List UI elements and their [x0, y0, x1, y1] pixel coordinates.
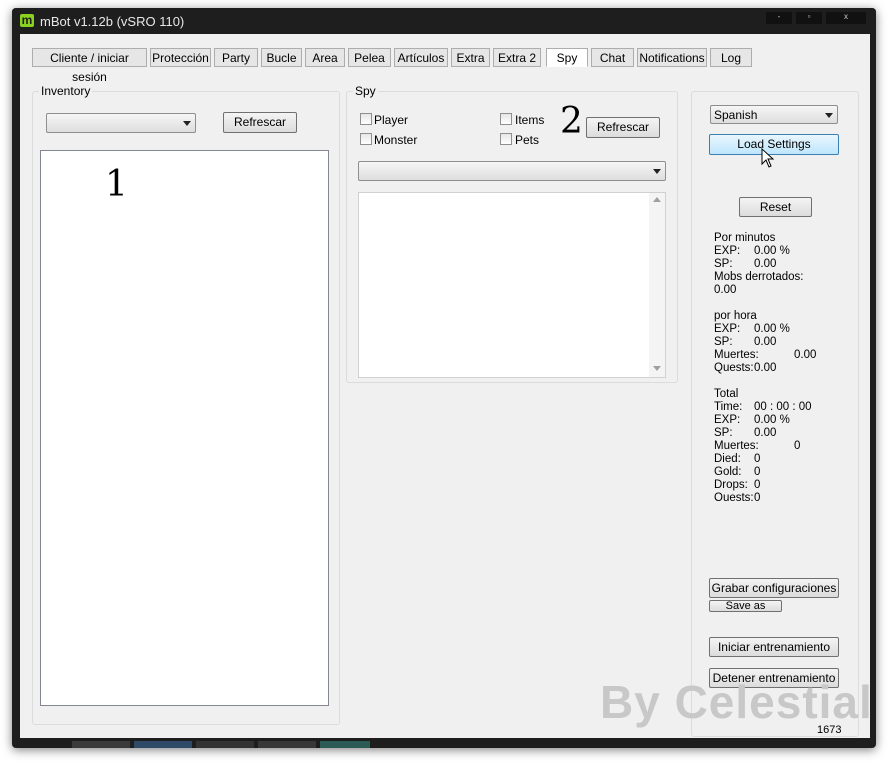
- chevron-down-icon: [825, 112, 833, 118]
- total-deaths-label: Muertes:: [714, 440, 759, 452]
- pets-checkbox-label: Pets: [515, 133, 540, 147]
- total-header: Total: [714, 388, 739, 400]
- tab-cliente[interactable]: Cliente / iniciar sesión: [32, 48, 147, 84]
- total-exp-label: EXP:: [714, 414, 741, 426]
- tab-extra2[interactable]: Extra 2: [493, 48, 541, 67]
- client-area: Cliente / iniciar sesión Protección Part…: [20, 34, 873, 738]
- spy-select[interactable]: [358, 161, 666, 181]
- per-minute-header: Por minutos: [714, 232, 776, 244]
- per-hour-deaths-value: 0.00: [794, 349, 817, 361]
- watermark-text: By Celestial: [600, 676, 873, 728]
- tab-log[interactable]: Log: [710, 48, 752, 67]
- per-hour-exp-label: EXP:: [714, 323, 741, 335]
- items-checkbox[interactable]: [500, 113, 512, 125]
- tab-area[interactable]: Area: [305, 48, 345, 67]
- tab-bucle[interactable]: Bucle: [261, 48, 302, 67]
- per-hour-quests-value: 0.00: [754, 362, 777, 374]
- total-sp-value: 0.00: [754, 427, 777, 439]
- total-gold-value: 0: [754, 466, 761, 478]
- per-minute-mobs-label: Mobs derrotados:: [714, 271, 804, 283]
- reset-button[interactable]: Reset: [739, 197, 812, 217]
- inventory-list[interactable]: 1: [40, 150, 329, 706]
- save-config-button[interactable]: Grabar configuraciones: [709, 578, 839, 598]
- scroll-up-icon[interactable]: [653, 197, 661, 202]
- per-minute-exp-value: 0.00 %: [754, 245, 790, 257]
- taskbar-item: [320, 741, 370, 748]
- taskbar-item: [72, 741, 130, 748]
- taskbar-item: [196, 741, 254, 748]
- app-logo-icon: m: [20, 13, 34, 27]
- inventory-refresh-button[interactable]: Refrescar: [223, 112, 297, 133]
- per-hour-quests-label: Quests:: [714, 362, 754, 374]
- player-checkbox[interactable]: [360, 113, 372, 125]
- total-died-value: 0: [754, 453, 761, 465]
- minimize-button[interactable]: -: [766, 12, 792, 24]
- total-time-value: 00 : 00 : 00: [754, 401, 812, 413]
- tab-notifications[interactable]: Notifications: [637, 48, 707, 67]
- per-minute-sp-label: SP:: [714, 258, 733, 270]
- total-gold-label: Gold:: [714, 466, 742, 478]
- spy-list-scrollbar[interactable]: [649, 193, 665, 377]
- pets-checkbox[interactable]: [500, 133, 512, 145]
- total-quests-value: 0: [754, 492, 761, 504]
- total-exp-value: 0.00 %: [754, 414, 790, 426]
- spy-list[interactable]: [358, 192, 666, 378]
- monster-checkbox[interactable]: [360, 133, 372, 145]
- annotation-number-2: 2: [560, 101, 583, 142]
- tab-party[interactable]: Party: [214, 48, 258, 67]
- per-minute-sp-value: 0.00: [754, 258, 777, 270]
- per-hour-sp-label: SP:: [714, 336, 733, 348]
- items-checkbox-label: Items: [515, 113, 545, 127]
- title-bar[interactable]: m mBot v1.12b (vSRO 110) - ▫ x: [12, 8, 876, 34]
- total-sp-label: SP:: [714, 427, 733, 439]
- tab-extra[interactable]: Extra: [451, 48, 490, 67]
- scroll-down-icon[interactable]: [653, 366, 661, 371]
- per-hour-deaths-label: Muertes:: [714, 349, 759, 361]
- language-select[interactable]: Spanish: [710, 105, 838, 124]
- tab-proteccion[interactable]: Protección: [150, 48, 211, 67]
- maximize-button[interactable]: ▫: [796, 12, 822, 24]
- total-quests-label: Ouests:: [714, 492, 754, 504]
- total-time-label: Time:: [714, 401, 743, 413]
- taskbar-item: [134, 741, 192, 748]
- window-title: mBot v1.12b (vSRO 110): [40, 14, 185, 29]
- total-died-label: Died:: [714, 453, 741, 465]
- spy-refresh-button[interactable]: Refrescar: [586, 117, 660, 138]
- monster-checkbox-label: Monster: [374, 133, 418, 147]
- per-hour-exp-value: 0.00 %: [754, 323, 790, 335]
- spy-group-label: Spy: [353, 84, 378, 98]
- language-select-value: Spanish: [714, 108, 758, 122]
- total-drops-label: Drops:: [714, 479, 748, 491]
- inventory-group-label: Inventory: [39, 84, 93, 98]
- per-hour-header: por hora: [714, 310, 757, 322]
- taskbar-item: [258, 741, 316, 748]
- inventory-select[interactable]: [46, 113, 196, 133]
- tab-spy[interactable]: Spy: [546, 48, 588, 67]
- per-hour-sp-value: 0.00: [754, 336, 777, 348]
- save-as-button[interactable]: Save as: [709, 600, 782, 612]
- status-number: 1673: [817, 724, 842, 736]
- chevron-down-icon: [183, 121, 191, 126]
- tab-chat[interactable]: Chat: [591, 48, 634, 67]
- start-training-button[interactable]: Iniciar entrenamiento: [709, 637, 839, 657]
- per-minute-mobs-value: 0.00: [714, 284, 737, 296]
- app-window: m mBot v1.12b (vSRO 110) - ▫ x Cliente /…: [12, 8, 876, 748]
- tab-articulos[interactable]: Artículos: [394, 48, 448, 67]
- player-checkbox-label: Player: [374, 113, 409, 127]
- mouse-cursor-icon: [761, 148, 775, 168]
- total-drops-value: 0: [754, 479, 761, 491]
- total-deaths-value: 0: [794, 440, 801, 452]
- close-button[interactable]: x: [826, 12, 866, 24]
- per-minute-exp-label: EXP:: [714, 245, 741, 257]
- chevron-down-icon: [653, 169, 661, 174]
- tab-pelea[interactable]: Pelea: [348, 48, 391, 67]
- annotation-number-1: 1: [105, 164, 128, 205]
